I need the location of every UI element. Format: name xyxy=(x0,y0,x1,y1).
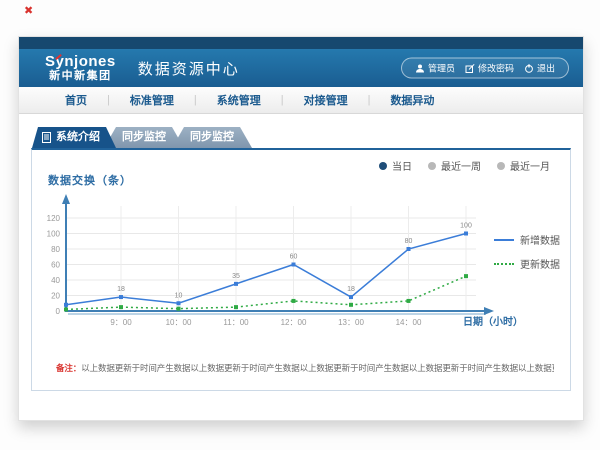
svg-text:60: 60 xyxy=(51,261,60,270)
user-menu: 管理员 修改密码 退出 xyxy=(401,58,569,79)
svg-text:100: 100 xyxy=(47,230,61,239)
main-nav: 首页 | 标准管理 | 系统管理 | 对接管理 | 数据异动 xyxy=(19,87,583,114)
svg-text:80: 80 xyxy=(405,238,413,245)
app-window: Synjones 新中新集团 数据资源中心 管理员 修改密码 退出 首页 | 标… xyxy=(18,36,584,421)
svg-text:80: 80 xyxy=(51,245,60,254)
svg-text:120: 120 xyxy=(47,214,61,223)
svg-text:18: 18 xyxy=(347,286,355,293)
tab-label: 系统介绍 xyxy=(56,131,100,143)
legend-item-update-data: 更新数据 xyxy=(494,256,560,271)
svg-text:18: 18 xyxy=(117,286,125,293)
svg-text:35: 35 xyxy=(232,273,240,280)
legend-item-new-data: 新增数据 xyxy=(494,232,560,247)
header-bar: Synjones 新中新集团 数据资源中心 管理员 修改密码 退出 xyxy=(19,49,583,87)
radio-today[interactable]: 当日 xyxy=(379,158,412,173)
tab-sync-monitor-2[interactable]: 同步监控 xyxy=(172,127,252,148)
footnote-label: 备注： xyxy=(56,363,81,373)
svg-text:14：00: 14：00 xyxy=(396,318,422,327)
svg-text:9：00: 9：00 xyxy=(110,318,132,327)
content-area: 系统介绍 同步监控 同步监控 当日 最近一周 最近一月 数据交 xyxy=(19,114,583,420)
radio-last-month[interactable]: 最近一月 xyxy=(497,158,550,173)
logo-text: Synjones xyxy=(45,54,116,71)
page-title: 数据资源中心 xyxy=(138,58,240,79)
dotted-line-icon xyxy=(494,263,514,265)
edit-icon xyxy=(465,63,475,73)
nav-item-integration[interactable]: 对接管理 xyxy=(284,92,368,108)
tab-bar: 系统介绍 同步监控 同步监控 xyxy=(32,127,252,148)
logo-subtitle: 新中新集团 xyxy=(45,70,116,82)
change-password-label: 修改密码 xyxy=(478,62,514,75)
chart-panel: 当日 最近一周 最近一月 数据交换（条） 0204060801001209：00… xyxy=(31,148,571,391)
svg-text:12：00: 12：00 xyxy=(281,318,307,327)
top-strip xyxy=(19,37,583,49)
tab-system-intro[interactable]: 系统介绍 xyxy=(32,127,116,148)
time-range-filter: 当日 最近一周 最近一月 xyxy=(379,158,550,173)
change-password-button[interactable]: 修改密码 xyxy=(460,62,519,75)
radio-last-week[interactable]: 最近一周 xyxy=(428,158,481,173)
svg-text:40: 40 xyxy=(51,276,60,285)
nav-item-system[interactable]: 系统管理 xyxy=(197,92,281,108)
footnote-text: 以上数据更新于时间产生数据以上数据更新于时间产生数据以上数据更新于时间产生数据以… xyxy=(81,363,554,373)
tab-sync-monitor-1[interactable]: 同步监控 xyxy=(104,127,184,148)
solid-line-icon xyxy=(494,239,514,241)
user-icon xyxy=(415,63,425,73)
svg-text:日期（小时）: 日期（小时） xyxy=(463,315,523,328)
nav-item-home[interactable]: 首页 xyxy=(45,92,107,108)
chart-plot: 0 20 40 60 80 100 120 9：00 10：00 11：00 12：00 13：00 1… xyxy=(44,178,544,343)
nav-item-data-change[interactable]: 数据异动 xyxy=(370,92,454,108)
svg-text:20: 20 xyxy=(51,292,60,301)
radio-dot-icon xyxy=(497,162,505,170)
svg-text:11：00: 11：00 xyxy=(223,318,249,327)
svg-text:10: 10 xyxy=(175,292,183,299)
power-icon xyxy=(524,63,534,73)
logo-y-accent: y xyxy=(56,54,65,71)
document-icon xyxy=(42,132,51,143)
nav-item-standards[interactable]: 标准管理 xyxy=(110,92,194,108)
company-logo[interactable]: Synjones 新中新集团 xyxy=(45,54,116,83)
svg-text:13：00: 13：00 xyxy=(338,318,364,327)
svg-text:0: 0 xyxy=(56,307,61,316)
svg-text:100: 100 xyxy=(460,223,472,230)
red-close-icon[interactable]: ✖ xyxy=(24,6,33,17)
radio-dot-selected-icon xyxy=(379,162,387,170)
logout-button[interactable]: 退出 xyxy=(519,62,560,75)
chart-legend: 新增数据 更新数据 xyxy=(494,232,560,271)
admin-user-button[interactable]: 管理员 xyxy=(410,62,460,75)
footnote: 备注：以上数据更新于时间产生数据以上数据更新于时间产生数据以上数据更新于时间产生… xyxy=(56,362,554,374)
radio-dot-icon xyxy=(428,162,436,170)
admin-user-label: 管理员 xyxy=(428,62,455,75)
logout-label: 退出 xyxy=(537,62,555,75)
svg-text:10：00: 10：00 xyxy=(166,318,192,327)
svg-text:60: 60 xyxy=(290,254,298,261)
